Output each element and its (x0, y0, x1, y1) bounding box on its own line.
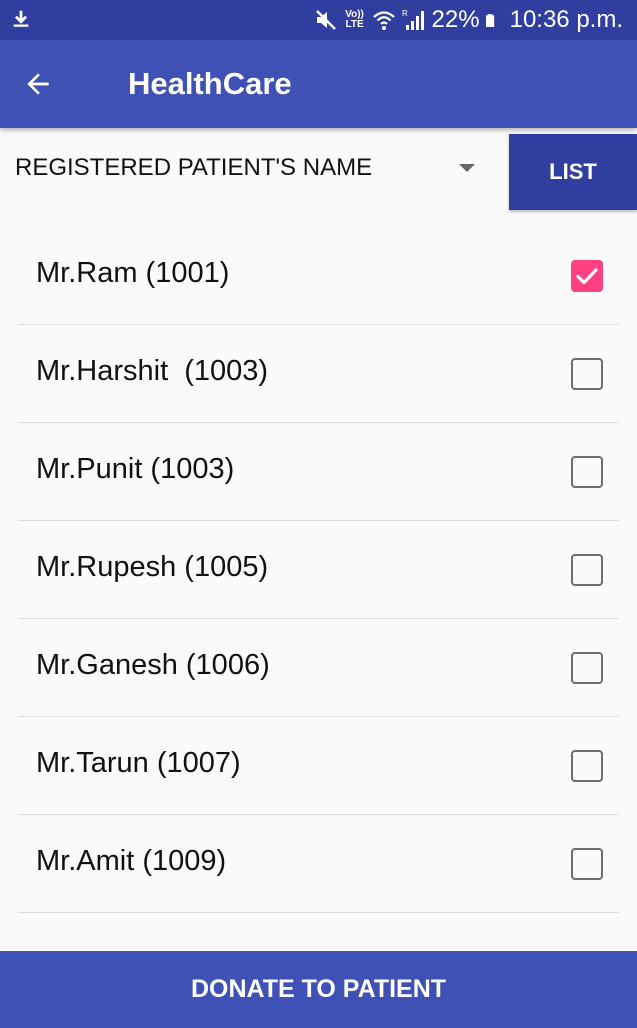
patient-name: Mr.Harshit (1003) (36, 355, 269, 387)
status-bar: Vo)) LTE R 22% 10:36 p.m. (0, 0, 637, 40)
patient-row[interactable]: Mr.Rupesh (1005) (0, 521, 637, 619)
battery-percent: 22% (431, 6, 480, 33)
app-title: HealthCare (128, 66, 292, 101)
patient-checkbox[interactable] (571, 358, 603, 390)
wifi-icon (372, 11, 395, 30)
patient-checkbox[interactable] (571, 554, 603, 586)
patient-name-spinner[interactable]: REGISTERED PATIENT'S NAME (0, 134, 496, 204)
patient-name: Mr.Tarun (1007) (36, 747, 241, 779)
patient-row[interactable]: Mr.Ram (1001) (0, 227, 637, 325)
patient-checkbox[interactable] (571, 260, 603, 292)
list-divider (18, 912, 619, 913)
patient-name: Mr.Rupesh (1005) (36, 551, 269, 583)
check-icon (576, 268, 598, 285)
patient-row[interactable]: Mr.Punit (1003) (0, 423, 637, 521)
app-bar: HealthCare (0, 40, 637, 128)
status-time: 10:36 p.m. (509, 6, 623, 33)
patient-list: Mr.Ram (1001) Mr.Harshit (1003) Mr.Punit (… (0, 227, 637, 913)
patient-row[interactable]: Mr.Amit (1009) (0, 815, 637, 913)
status-icons: Vo)) LTE R 22% 10:36 p.m. (314, 0, 623, 40)
patient-row[interactable]: Mr.Harshit (1003) (0, 325, 637, 423)
mute-icon (315, 10, 336, 30)
patient-checkbox[interactable] (571, 848, 603, 880)
volte-icon: Vo)) LTE (345, 9, 364, 30)
patient-checkbox[interactable] (571, 750, 603, 782)
patient-name: Mr.Punit (1003) (36, 453, 235, 485)
donate-to-patient-button[interactable]: DONATE TO PATIENT (0, 951, 637, 1028)
signal-icon: R (402, 9, 424, 30)
signal-roaming-label: R (402, 9, 408, 18)
patient-name: Mr.Ram (1001) (36, 257, 230, 289)
patient-name: Mr.Amit (1009) (36, 845, 227, 877)
back-button[interactable] (14, 60, 62, 108)
patient-checkbox[interactable] (571, 652, 603, 684)
patient-row[interactable]: Mr.Tarun (1007) (0, 717, 637, 815)
download-icon (13, 10, 29, 27)
dropdown-arrow-icon (459, 164, 475, 172)
patient-row[interactable]: Mr.Ganesh (1006) (0, 619, 637, 717)
patient-checkbox[interactable] (571, 456, 603, 488)
arrow-back-icon (27, 73, 49, 95)
list-button[interactable]: LIST (509, 134, 637, 210)
battery-icon (485, 14, 494, 27)
patient-name: Mr.Ganesh (1006) (36, 649, 270, 681)
spinner-selected-value: REGISTERED PATIENT'S NAME (15, 154, 373, 181)
